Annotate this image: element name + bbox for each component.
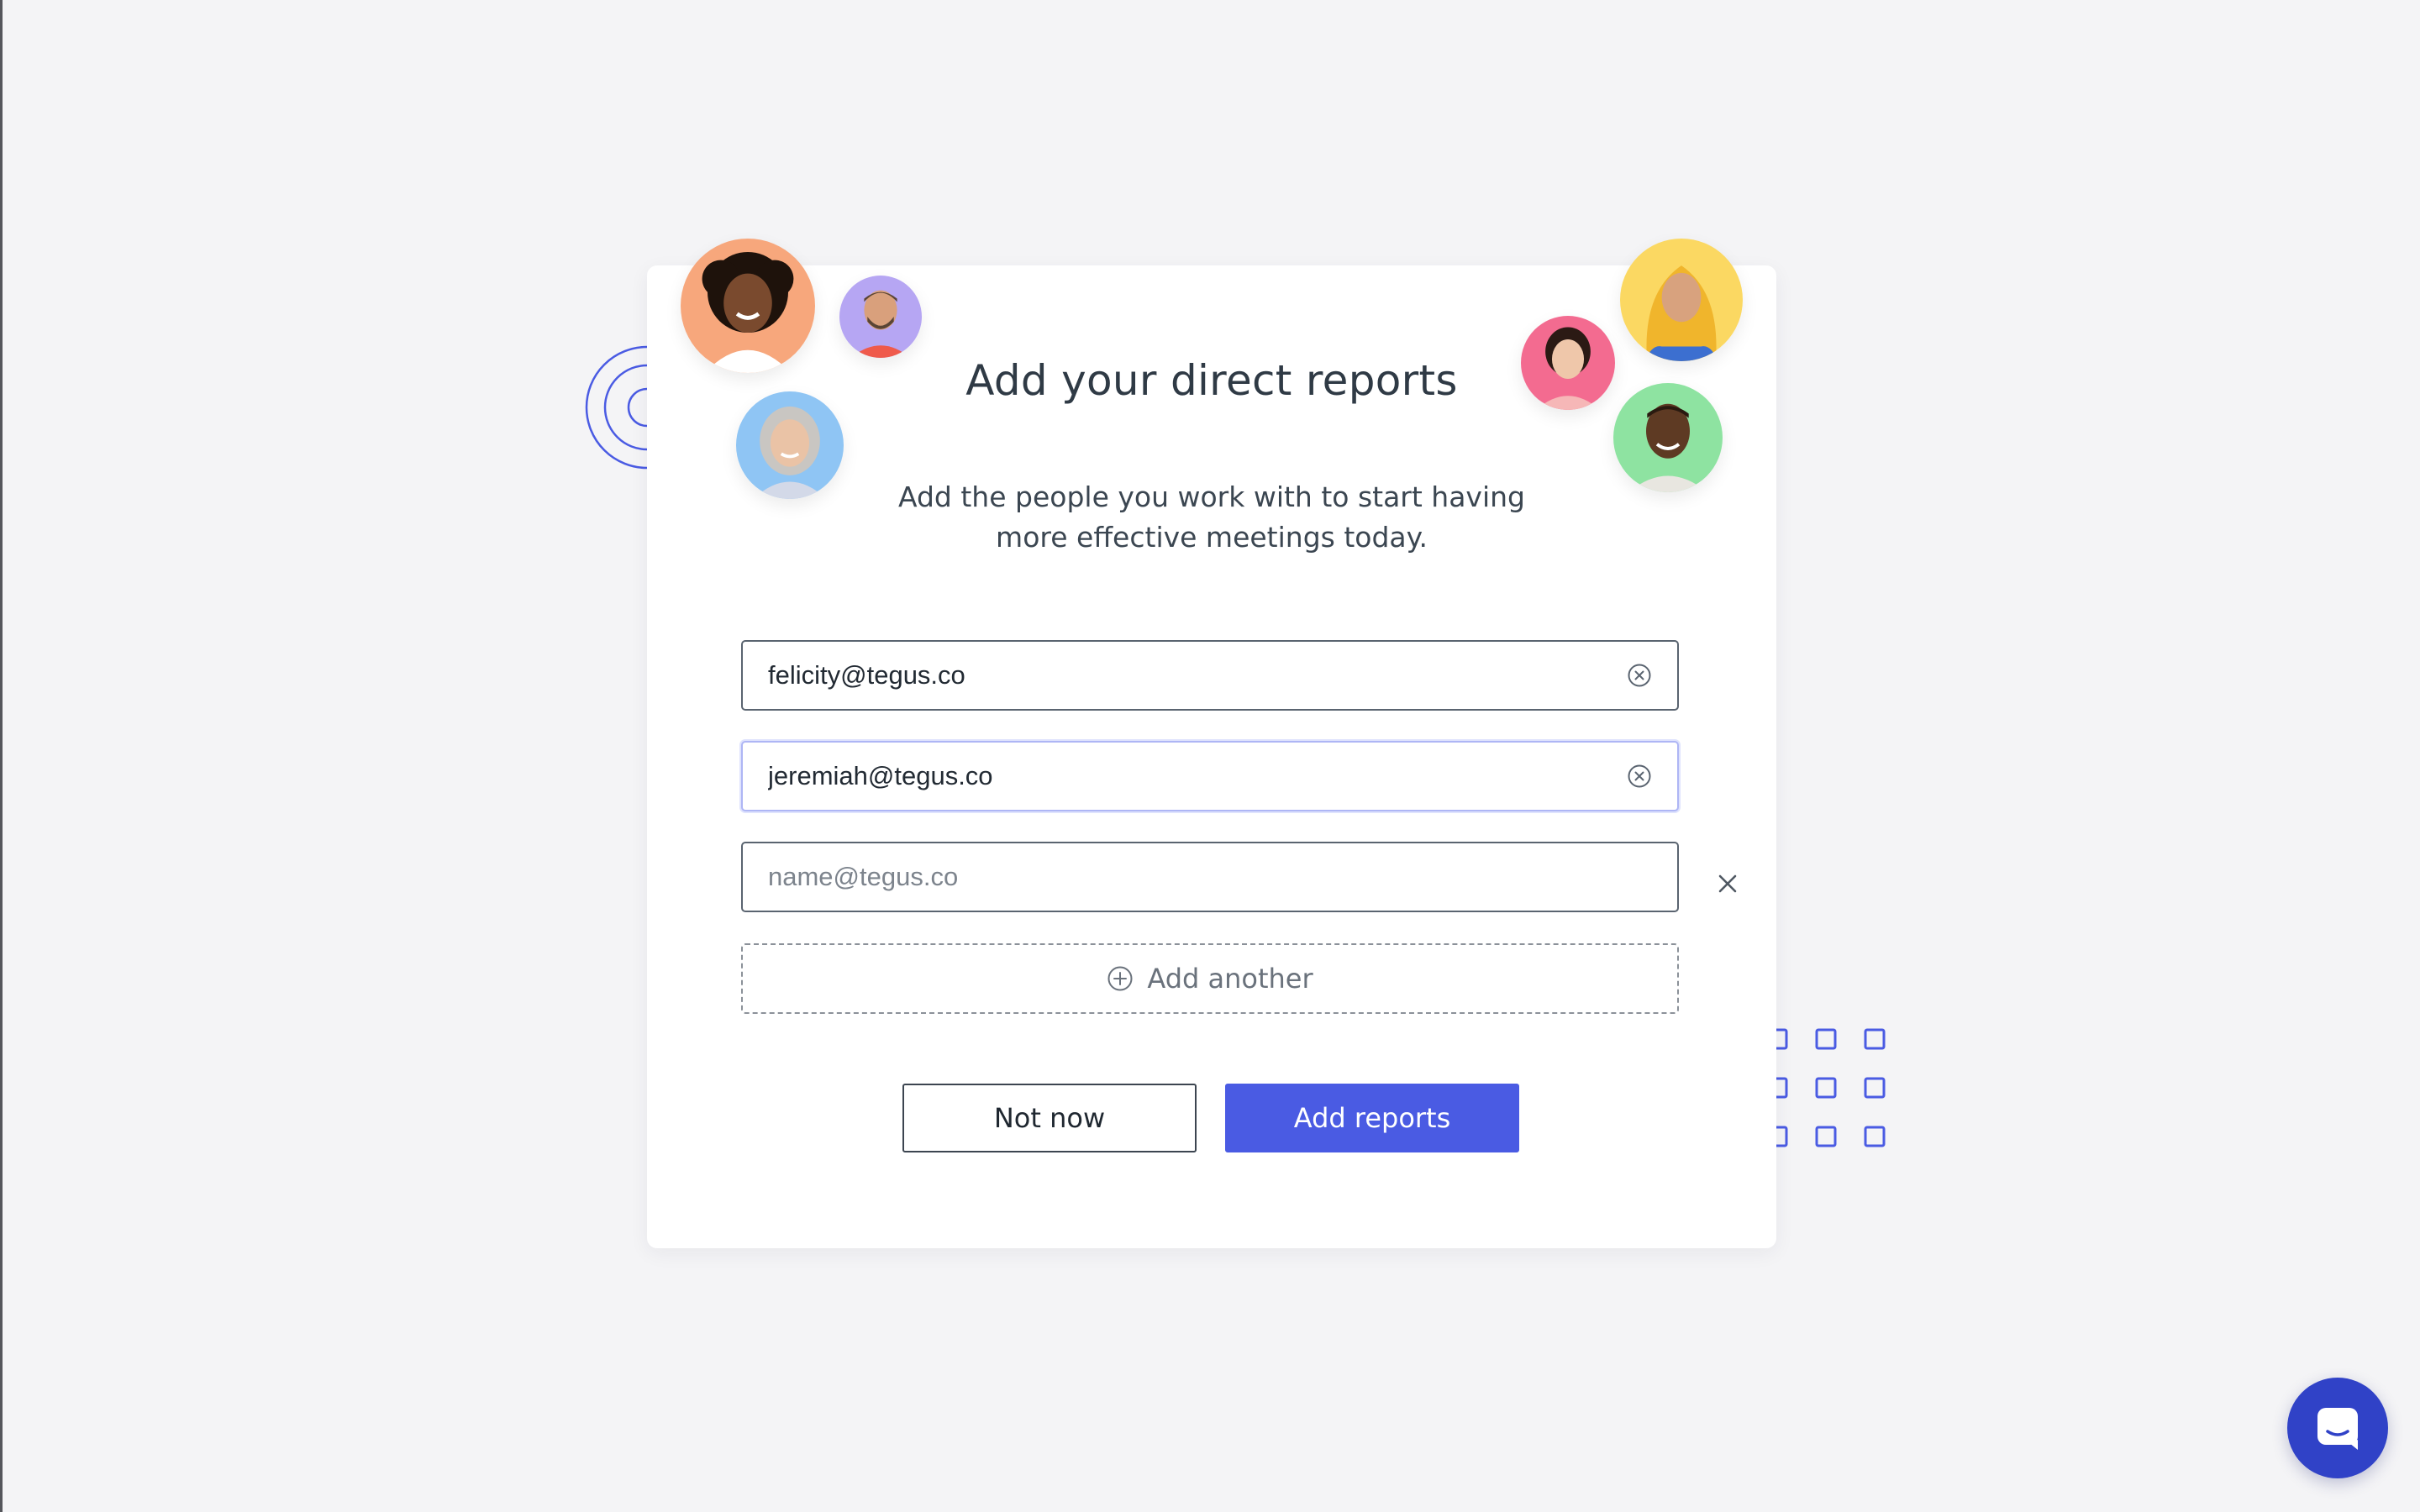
concentric-arcs-decoration (585, 345, 648, 470)
subtitle-line-2: more effective meetings today. (996, 521, 1428, 554)
chat-launcher-button[interactable] (2287, 1378, 2388, 1478)
avatar (839, 276, 922, 358)
avatar (1521, 316, 1615, 410)
avatar (1620, 239, 1743, 361)
chat-bubble-icon (2317, 1408, 2358, 1450)
add-reports-label: Add reports (1293, 1102, 1451, 1134)
plus-circle-icon (1107, 966, 1133, 991)
close-icon[interactable] (1716, 872, 1739, 895)
avatar (681, 239, 815, 373)
not-now-label: Not now (993, 1102, 1106, 1134)
avatar-man-smiling (1613, 383, 1723, 492)
add-another-label: Add another (1147, 963, 1313, 995)
avatar-woman-dark-hair (1521, 316, 1615, 410)
avatar-woman-curly-hair (681, 239, 815, 373)
email-input-3[interactable] (768, 843, 1591, 911)
clear-field-icon[interactable] (1627, 663, 1652, 688)
avatar (1613, 383, 1723, 492)
square-grid-decoration (1766, 1028, 1886, 1147)
not-now-button[interactable]: Not now (902, 1084, 1197, 1152)
avatar (736, 391, 844, 499)
window-left-edge (0, 0, 3, 1512)
avatar-woman-gray-hair (736, 391, 844, 499)
avatar-man-beard (839, 276, 922, 358)
clear-field-icon[interactable] (1627, 764, 1652, 789)
email-field-1 (741, 640, 1679, 711)
email-field-2 (741, 741, 1679, 811)
add-reports-button[interactable]: Add reports (1225, 1084, 1519, 1152)
email-input-1[interactable] (768, 642, 1591, 709)
email-input-2[interactable] (768, 743, 1591, 810)
avatar-woman-hijab (1620, 239, 1743, 361)
email-field-3 (741, 842, 1679, 912)
add-another-button[interactable]: Add another (741, 943, 1679, 1014)
